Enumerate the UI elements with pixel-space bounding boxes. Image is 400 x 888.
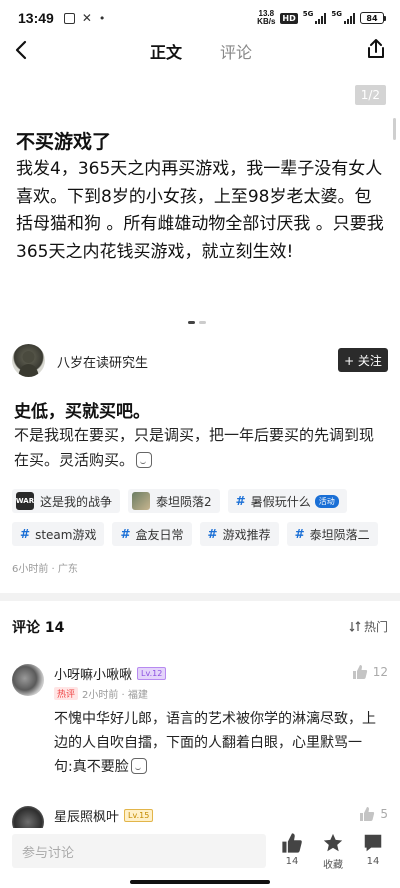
sort-label: 热门: [363, 620, 388, 634]
emoji-icon: [130, 758, 147, 774]
tag-game-this-war-of-mine[interactable]: WAR 这是我的战争: [12, 489, 121, 513]
comment-time-location: 2小时前 · 福建: [82, 690, 148, 701]
scrollbar[interactable]: [393, 118, 396, 140]
tag-label: 盒友日常: [135, 527, 184, 542]
commenter-name[interactable]: 小呀嘛小啾啾: [54, 664, 132, 683]
notification-icons: ✕ •: [63, 11, 106, 25]
net-speed: 13.8 KB/s: [257, 10, 275, 26]
thumbs-up-icon: [352, 665, 367, 679]
post-meta: 6小时前 · 广东: [12, 564, 78, 575]
network-type-1: 5G: [302, 10, 314, 18]
game-tags: WAR 这是我的战争 泰坦陨落2 # 暑假玩什么 活动: [12, 489, 392, 513]
hash-icon: #: [20, 527, 31, 541]
comment-text-content: 不愧中华好儿郎，语言的艺术被你学的淋漓尽致，上边的人自吹自擂，下面的人翻着白眼，…: [54, 711, 376, 775]
author-row: 八岁在读研究生 + 关注: [12, 344, 388, 378]
tag-topic-summer[interactable]: # 暑假玩什么 活动: [227, 489, 347, 513]
sort-button[interactable]: 热门: [349, 618, 388, 635]
status-time: 13:49: [18, 10, 54, 26]
comment-icon: [364, 834, 382, 852]
thumbs-up-icon: [360, 807, 375, 821]
topic-tags: # steam游戏 # 盒友日常 # 游戏推荐 # 泰坦陨落二: [12, 522, 392, 546]
favorite-label: 收藏: [323, 860, 343, 871]
signal-icon-2: [344, 12, 355, 24]
level-badge: Lv.15: [124, 809, 154, 822]
commenter-avatar[interactable]: [12, 664, 44, 696]
network-type-2: 5G: [331, 10, 342, 18]
comment-like-button[interactable]: 12: [352, 664, 388, 680]
tag-topic-steam[interactable]: # steam游戏: [12, 522, 105, 546]
sort-icon: [349, 621, 361, 632]
status-right: 13.8 KB/s HD 5G 5G 84: [257, 10, 386, 26]
tab-comments[interactable]: 评论: [220, 39, 252, 63]
author-name[interactable]: 八岁在读研究生: [57, 352, 148, 371]
tag-topic-titanfall-two[interactable]: # 泰坦陨落二: [286, 522, 378, 546]
bottom-action-bar: 参与讨论 14 收藏 14: [0, 828, 400, 888]
level-badge: Lv.12: [137, 667, 167, 680]
notification-dot-icon: •: [98, 11, 106, 25]
like-count: 14: [285, 856, 299, 867]
comment-input[interactable]: 参与讨论: [12, 834, 266, 868]
tag-label: 这是我的战争: [40, 494, 113, 509]
event-badge: 活动: [314, 494, 339, 508]
commenter: 星辰照枫叶 Lv.15: [54, 806, 154, 825]
comment-meta: 热评 2小时前 · 福建: [54, 686, 148, 701]
tag-topic-recommend[interactable]: # 游戏推荐: [199, 522, 279, 546]
like-button[interactable]: 14: [272, 832, 312, 867]
hd-badge: HD: [280, 12, 298, 24]
thumbs-up-icon: [282, 833, 302, 853]
notification-image-icon: [63, 12, 75, 24]
status-bar: 13:49 ✕ • 13.8 KB/s HD 5G 5G 84: [0, 0, 400, 36]
tag-topic-daily[interactable]: # 盒友日常: [112, 522, 192, 546]
comments-title: 评论 14: [12, 620, 65, 636]
emoji-icon: [136, 452, 153, 468]
image-body-text: 我发4，365天之内再买游戏，我一辈子没有女人喜欢。下到8岁的小女孩，上至98岁…: [16, 159, 384, 262]
game-thumbnail-icon: WAR: [16, 492, 34, 510]
tab-body[interactable]: 正文: [150, 39, 182, 63]
battery-level: 84: [360, 12, 384, 24]
hash-icon: #: [294, 527, 305, 541]
like-count: 5: [380, 807, 388, 821]
commenter-name[interactable]: 星辰照枫叶: [54, 806, 119, 825]
post-image[interactable]: 1/2 不买游戏了 我发4，365天之内再买游戏，我一辈子没有女人喜欢。下到8岁…: [0, 76, 400, 326]
post-body-text: 不是我现在要买，只是调买，把一年后要买的先调到现在买。灵活购买。: [14, 426, 375, 469]
hash-icon: #: [235, 494, 246, 508]
image-page-indicator: 1/2: [354, 85, 386, 105]
share-icon[interactable]: [364, 37, 388, 61]
section-divider: [0, 593, 400, 601]
commenter: 小呀嘛小啾啾 Lv.12: [54, 664, 167, 683]
tag-label: steam游戏: [35, 527, 97, 542]
like-count: 12: [372, 665, 388, 679]
follow-button[interactable]: + 关注: [338, 348, 388, 372]
signal-icon-1: [315, 12, 327, 24]
home-indicator[interactable]: [130, 880, 270, 884]
notification-x-icon: ✕: [81, 11, 92, 25]
post-title: 史低，买就买吧。: [14, 402, 150, 422]
top-nav: 正文 评论: [0, 36, 400, 66]
tag-label: 游戏推荐: [222, 527, 271, 542]
comment-count: 14: [366, 856, 380, 867]
comment-like-button[interactable]: 5: [359, 806, 388, 822]
carousel-dots: [188, 321, 206, 324]
game-thumbnail-icon: [132, 492, 151, 510]
hash-icon: #: [120, 527, 131, 541]
tag-label: 泰坦陨落二: [309, 527, 370, 542]
tag-label: 泰坦陨落2: [156, 494, 212, 509]
net-speed-unit: KB/s: [257, 17, 276, 26]
author-avatar[interactable]: [12, 344, 45, 377]
comment-button[interactable]: 14: [353, 832, 393, 867]
tag-game-titanfall2[interactable]: 泰坦陨落2: [128, 489, 220, 513]
post-body: 不是我现在要买，只是调买，把一年后要买的先调到现在买。灵活购买。: [14, 423, 386, 473]
star-icon: [323, 833, 343, 852]
image-title: 不买游戏了: [16, 131, 112, 153]
hash-icon: #: [207, 527, 218, 541]
battery-icon: 84: [360, 12, 386, 24]
back-icon[interactable]: [10, 38, 34, 62]
tag-label: 暑假玩什么: [250, 494, 311, 509]
carousel-dot-active: [188, 321, 195, 324]
carousel-dot: [199, 321, 206, 324]
favorite-button[interactable]: 收藏: [313, 832, 353, 871]
comment-text: 不愧中华好儿郎，语言的艺术被你学的淋漓尽致，上边的人自吹自擂，下面的人翻着白眼，…: [54, 707, 380, 779]
comments-header: 评论 14 热门: [12, 616, 388, 638]
hot-comment-badge: 热评: [54, 687, 79, 700]
